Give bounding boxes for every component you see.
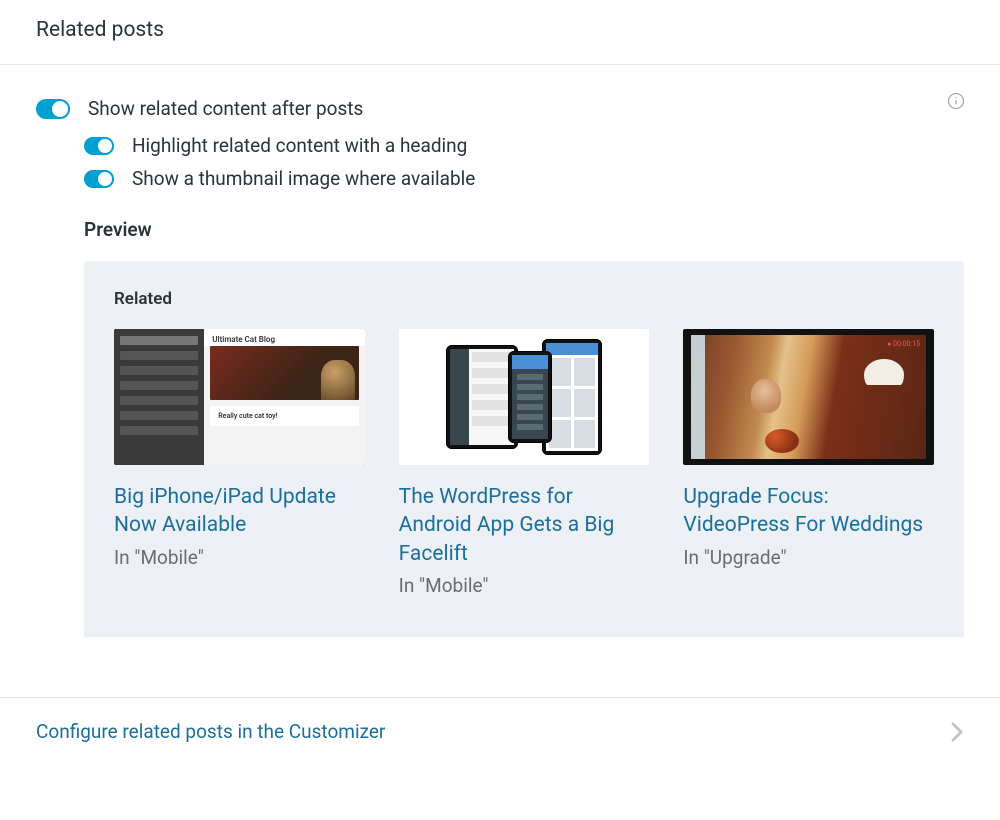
thumb-caption: Really cute cat toy! xyxy=(210,406,358,426)
sub-toggle-row: Highlight related content with a heading xyxy=(84,134,964,157)
post-title: The WordPress for Android App Gets a Big… xyxy=(399,483,650,568)
chevron-right-icon xyxy=(950,721,964,743)
post-category: In "Mobile" xyxy=(399,574,650,597)
preview-label: Related xyxy=(114,289,934,309)
thumb-caption: Ultimate Cat Blog xyxy=(204,329,364,346)
related-post-card[interactable]: The WordPress for Android App Gets a Big… xyxy=(399,329,650,597)
section-title: Related posts xyxy=(0,0,1000,65)
main-toggle-label: Show related content after posts xyxy=(88,97,363,120)
post-thumbnail xyxy=(399,329,650,465)
highlight-heading-toggle[interactable] xyxy=(84,137,114,155)
post-title: Big iPhone/iPad Update Now Available xyxy=(114,483,365,540)
related-posts-panel: Related posts Show related content after… xyxy=(0,0,1000,765)
configure-customizer-link[interactable]: Configure related posts in the Customize… xyxy=(0,697,1000,765)
post-title: Upgrade Focus: VideoPress For Weddings xyxy=(683,483,934,540)
sub-toggle-row: Show a thumbnail image where available xyxy=(84,167,964,190)
post-category: In "Upgrade" xyxy=(683,546,934,569)
preview-box: Related Ultimate Cat Blog Really cute ca… xyxy=(84,261,964,637)
info-icon[interactable] xyxy=(946,91,966,111)
post-thumbnail: ● 00:00:15 xyxy=(683,329,934,465)
related-post-card[interactable]: ● 00:00:15 Upgrade Focus: VideoPress For… xyxy=(683,329,934,597)
footer-link-label: Configure related posts in the Customize… xyxy=(36,720,385,743)
preview-heading: Preview xyxy=(84,218,964,241)
sub-toggle-label: Show a thumbnail image where available xyxy=(132,167,475,190)
sub-toggle-label: Highlight related content with a heading xyxy=(132,134,467,157)
main-toggle-row: Show related content after posts xyxy=(36,97,964,120)
related-post-card[interactable]: Ultimate Cat Blog Really cute cat toy! B… xyxy=(114,329,365,597)
post-thumbnail: Ultimate Cat Blog Really cute cat toy! xyxy=(114,329,365,465)
show-related-content-toggle[interactable] xyxy=(36,99,70,119)
preview-cards: Ultimate Cat Blog Really cute cat toy! B… xyxy=(114,329,934,597)
post-category: In "Mobile" xyxy=(114,546,365,569)
show-thumbnail-toggle[interactable] xyxy=(84,170,114,188)
settings-body: Show related content after posts Highlig… xyxy=(0,65,1000,697)
